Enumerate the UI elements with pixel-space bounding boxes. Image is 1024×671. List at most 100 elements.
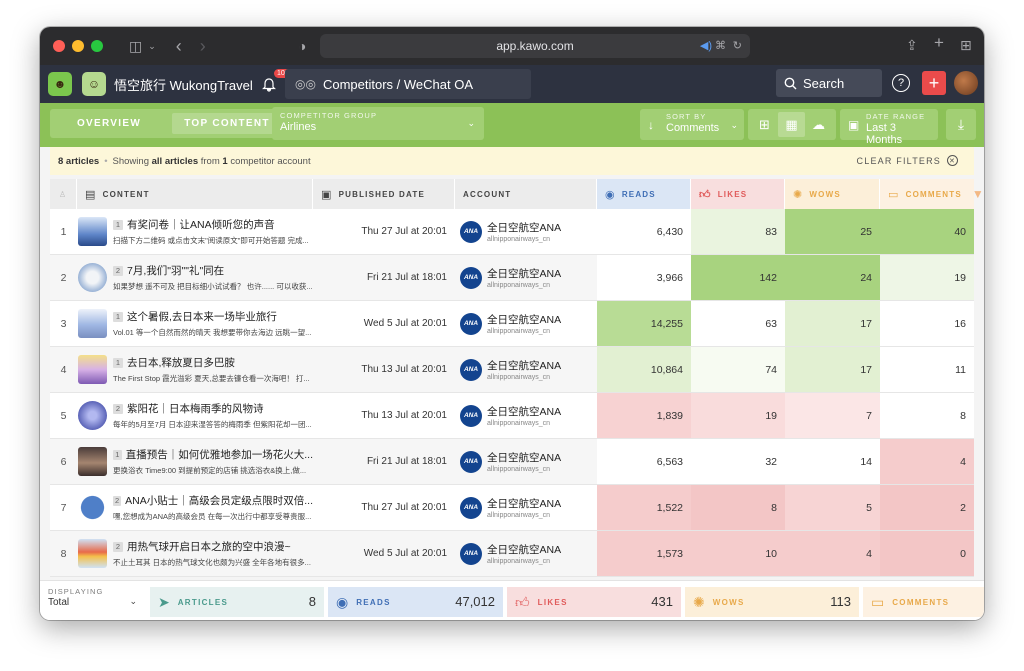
likes-value: 63 [691,301,785,346]
article-title[interactable]: 用热气球开启日本之旅的空中浪漫~ [127,539,291,554]
new-tab-icon[interactable]: + [934,34,944,51]
download-button[interactable]: ⤓ [946,109,976,140]
header-published-date[interactable]: ▣ PUBLISHED DATE [313,179,455,209]
user-avatar[interactable] [954,71,978,95]
date-range-select[interactable]: ▣ DATE RANGE Last 3 Months [840,109,938,146]
account-cell[interactable]: ANA 全日空航空ANA allnipponairways_cn [455,439,597,484]
search-icon [784,77,797,89]
content-cell[interactable]: 2 紫阳花｜日本梅雨季的风物诗 每年的5月至7月 日本迎来湿答答的梅雨季 但紫阳花却… [77,393,313,438]
table-row[interactable]: 5 2 紫阳花｜日本梅雨季的风物诗 每年的5月至7月 日本迎来湿答答的梅雨季 但紫阳花… [50,393,974,439]
article-thumbnail[interactable] [78,355,107,384]
table-row[interactable]: 4 1 去日本,释放夏日多巴胺 The First Stop 霞光溢彩 夏天,总要去镰… [50,347,974,393]
account-cell[interactable]: ANA 全日空航空ANA allnipponairways_cn [455,485,597,530]
cloud-view-icon[interactable]: ☁ [805,112,832,137]
wows-value: 4 [785,531,880,576]
article-title[interactable]: 这个暑假,去日本来一场毕业旅行 [127,309,277,324]
header-wows[interactable]: ✺ WOWS [785,179,880,209]
brand-avatar[interactable]: ☺ [82,72,106,96]
article-thumbnail[interactable] [78,539,107,568]
content-cell[interactable]: 1 去日本,释放夏日多巴胺 The First Stop 霞光溢彩 夏天,总要去镰仓… [77,347,313,392]
header-reads[interactable]: ◉ READS [597,179,691,209]
content-cell[interactable]: 2 ANA小贴士｜高级会员定级点限时双倍... 嘿,您想成为ANA的高级会员 在每一… [77,485,313,530]
published-date: Wed 5 Jul at 20:01 [363,318,447,329]
published-date: Fri 21 Jul at 18:01 [366,456,447,467]
account-cell[interactable]: ANA 全日空航空ANA allnipponairways_cn [455,209,597,254]
search-button[interactable]: Search [776,69,882,97]
share-icon[interactable]: ⇪ [906,38,918,52]
article-position: 2 [113,541,123,552]
table-row[interactable]: 6 1 直播预告｜如何优雅地参加一场花火大... 更换浴衣 Time9:00 到提前预… [50,439,974,485]
ana-logo: ANA [460,542,482,565]
header-likes[interactable]: 👍︎ LIKES [691,179,785,209]
published-date: Thu 13 Jul at 20:01 [361,364,447,375]
tab-overview-icon[interactable]: ⊞ [960,38,972,52]
account-handle: allnipponairways_cn [487,236,551,243]
account-cell[interactable]: ANA 全日空航空ANA allnipponairways_cn [455,531,597,576]
table-row[interactable]: 2 2 7月,我们"羽""礼"同在 如果梦想 遥不可及 把目标细小试试看？ 也许...… [50,255,974,301]
table-row[interactable]: 7 2 ANA小贴士｜高级会员定级点限时双倍... 嘿,您想成为ANA的高级会员 在每… [50,485,974,531]
header-comments[interactable]: ▭ COMMENTS ▼ [880,179,984,209]
minimize-window-button[interactable] [72,40,84,52]
header-content[interactable]: ▤ CONTENT [77,179,313,209]
article-thumbnail[interactable] [78,447,107,476]
speaker-icon[interactable]: ◀) [700,39,712,53]
displaying-select[interactable]: DISPLAYING Total ⌄ [48,587,146,615]
article-title[interactable]: 7月,我们"羽""礼"同在 [127,263,224,278]
notifications-button[interactable]: 100 [262,69,292,95]
row-index: 6 [60,455,67,468]
table-row[interactable]: 1 1 有奖问卷｜让ANA倾听您的声音 扫描下方二维码 或点击文末"阅读原文"即可开始… [50,209,974,255]
account-cell[interactable]: ANA 全日空航空ANA allnipponairways_cn [455,347,597,392]
sort-arrow-down-icon[interactable]: ▼ [972,187,984,201]
tab-overview[interactable]: OVERVIEW [54,113,164,134]
forward-icon[interactable]: › [200,37,206,55]
article-thumbnail[interactable] [78,401,107,430]
article-thumbnail[interactable] [78,217,107,246]
kawo-logo[interactable]: ☻ [48,72,72,96]
help-icon[interactable]: ? [892,74,910,92]
article-title[interactable]: ANA小贴士｜高级会员定级点限时双倍... [125,493,313,508]
account-cell[interactable]: ANA 全日空航空ANA allnipponairways_cn [455,393,597,438]
comment-icon: ▭ [871,593,885,610]
brand-name[interactable]: 悟空旅行 WukongTravel [114,75,253,94]
address-bar[interactable]: app.kawo.com ◀) ⌘ ↻ [320,34,750,58]
account-handle: allnipponairways_cn [487,420,551,427]
article-title[interactable]: 有奖问卷｜让ANA倾听您的声音 [127,217,275,232]
table-row[interactable]: 8 2 用热气球开启日本之旅的空中浪漫~ 不止土耳其 日本的热气球文化也颇为兴盛 全年… [50,531,974,577]
published-date: Thu 13 Jul at 20:01 [361,410,447,421]
content-cell[interactable]: 1 直播预告｜如何优雅地参加一场花火大... 更换浴衣 Time9:00 到提前预定… [77,439,313,484]
article-title[interactable]: 直播预告｜如何优雅地参加一场花火大... [126,447,313,462]
table-view-icon[interactable]: ▦ [778,112,805,137]
account-cell[interactable]: ANA 全日空航空ANA allnipponairways_cn [455,255,597,300]
filter-all-articles: all articles [151,155,199,167]
competitor-group-select[interactable]: COMPETITOR GROUP Airlines ⌄ [272,107,484,140]
privacy-shield-icon[interactable]: ◑ [298,39,306,53]
content-cell[interactable]: 2 用热气球开启日本之旅的空中浪漫~ 不止土耳其 日本的热气球文化也颇为兴盛 全年各… [77,531,313,576]
translate-icon[interactable]: ⌘ [715,39,726,53]
content-cell[interactable]: 1 有奖问卷｜让ANA倾听您的声音 扫描下方二维码 或点击文末"阅读原文"即可开始答… [77,209,313,254]
paper-plane-icon: ➤ [158,593,170,610]
comments-value: 2 [880,485,974,530]
close-window-button[interactable] [53,40,65,52]
back-icon[interactable]: ‹ [176,37,182,55]
tab-top-content[interactable]: TOP CONTENT [172,113,282,134]
clear-filters-button[interactable]: CLEAR FILTERS ✕ [857,155,958,166]
wows-value: 14 [785,439,880,484]
account-cell[interactable]: ANA 全日空航空ANA allnipponairways_cn [455,301,597,346]
sort-by-select[interactable]: ↓ SORT BY Comments ⌄ [640,109,744,140]
article-thumbnail[interactable] [78,263,107,292]
sidebar-toggle-icon[interactable]: ◫ [129,39,142,53]
zoom-window-button[interactable] [91,40,103,52]
competitor-selector[interactable]: ◎◎ Competitors / WeChat OA [285,69,531,99]
grid-view-icon[interactable]: ⊞ [751,112,778,137]
article-thumbnail[interactable] [78,309,107,338]
content-cell[interactable]: 2 7月,我们"羽""礼"同在 如果梦想 遥不可及 把目标细小试试看？ 也许....… [77,255,313,300]
add-button[interactable]: + [922,71,946,95]
content-cell[interactable]: 1 这个暑假,去日本来一场毕业旅行 Vol.01 等一个自然而然的晴天 我想要带你去… [77,301,313,346]
article-title[interactable]: 紫阳花｜日本梅雨季的风物诗 [127,401,264,416]
chevron-down-icon[interactable]: ⌄ [148,39,156,53]
reload-icon[interactable]: ↻ [733,39,742,53]
article-thumbnail[interactable] [78,493,107,522]
table-row[interactable]: 3 1 这个暑假,去日本来一场毕业旅行 Vol.01 等一个自然而然的晴天 我想要带你… [50,301,974,347]
header-account[interactable]: ACCOUNT [455,179,597,209]
article-title[interactable]: 去日本,释放夏日多巴胺 [127,355,235,370]
